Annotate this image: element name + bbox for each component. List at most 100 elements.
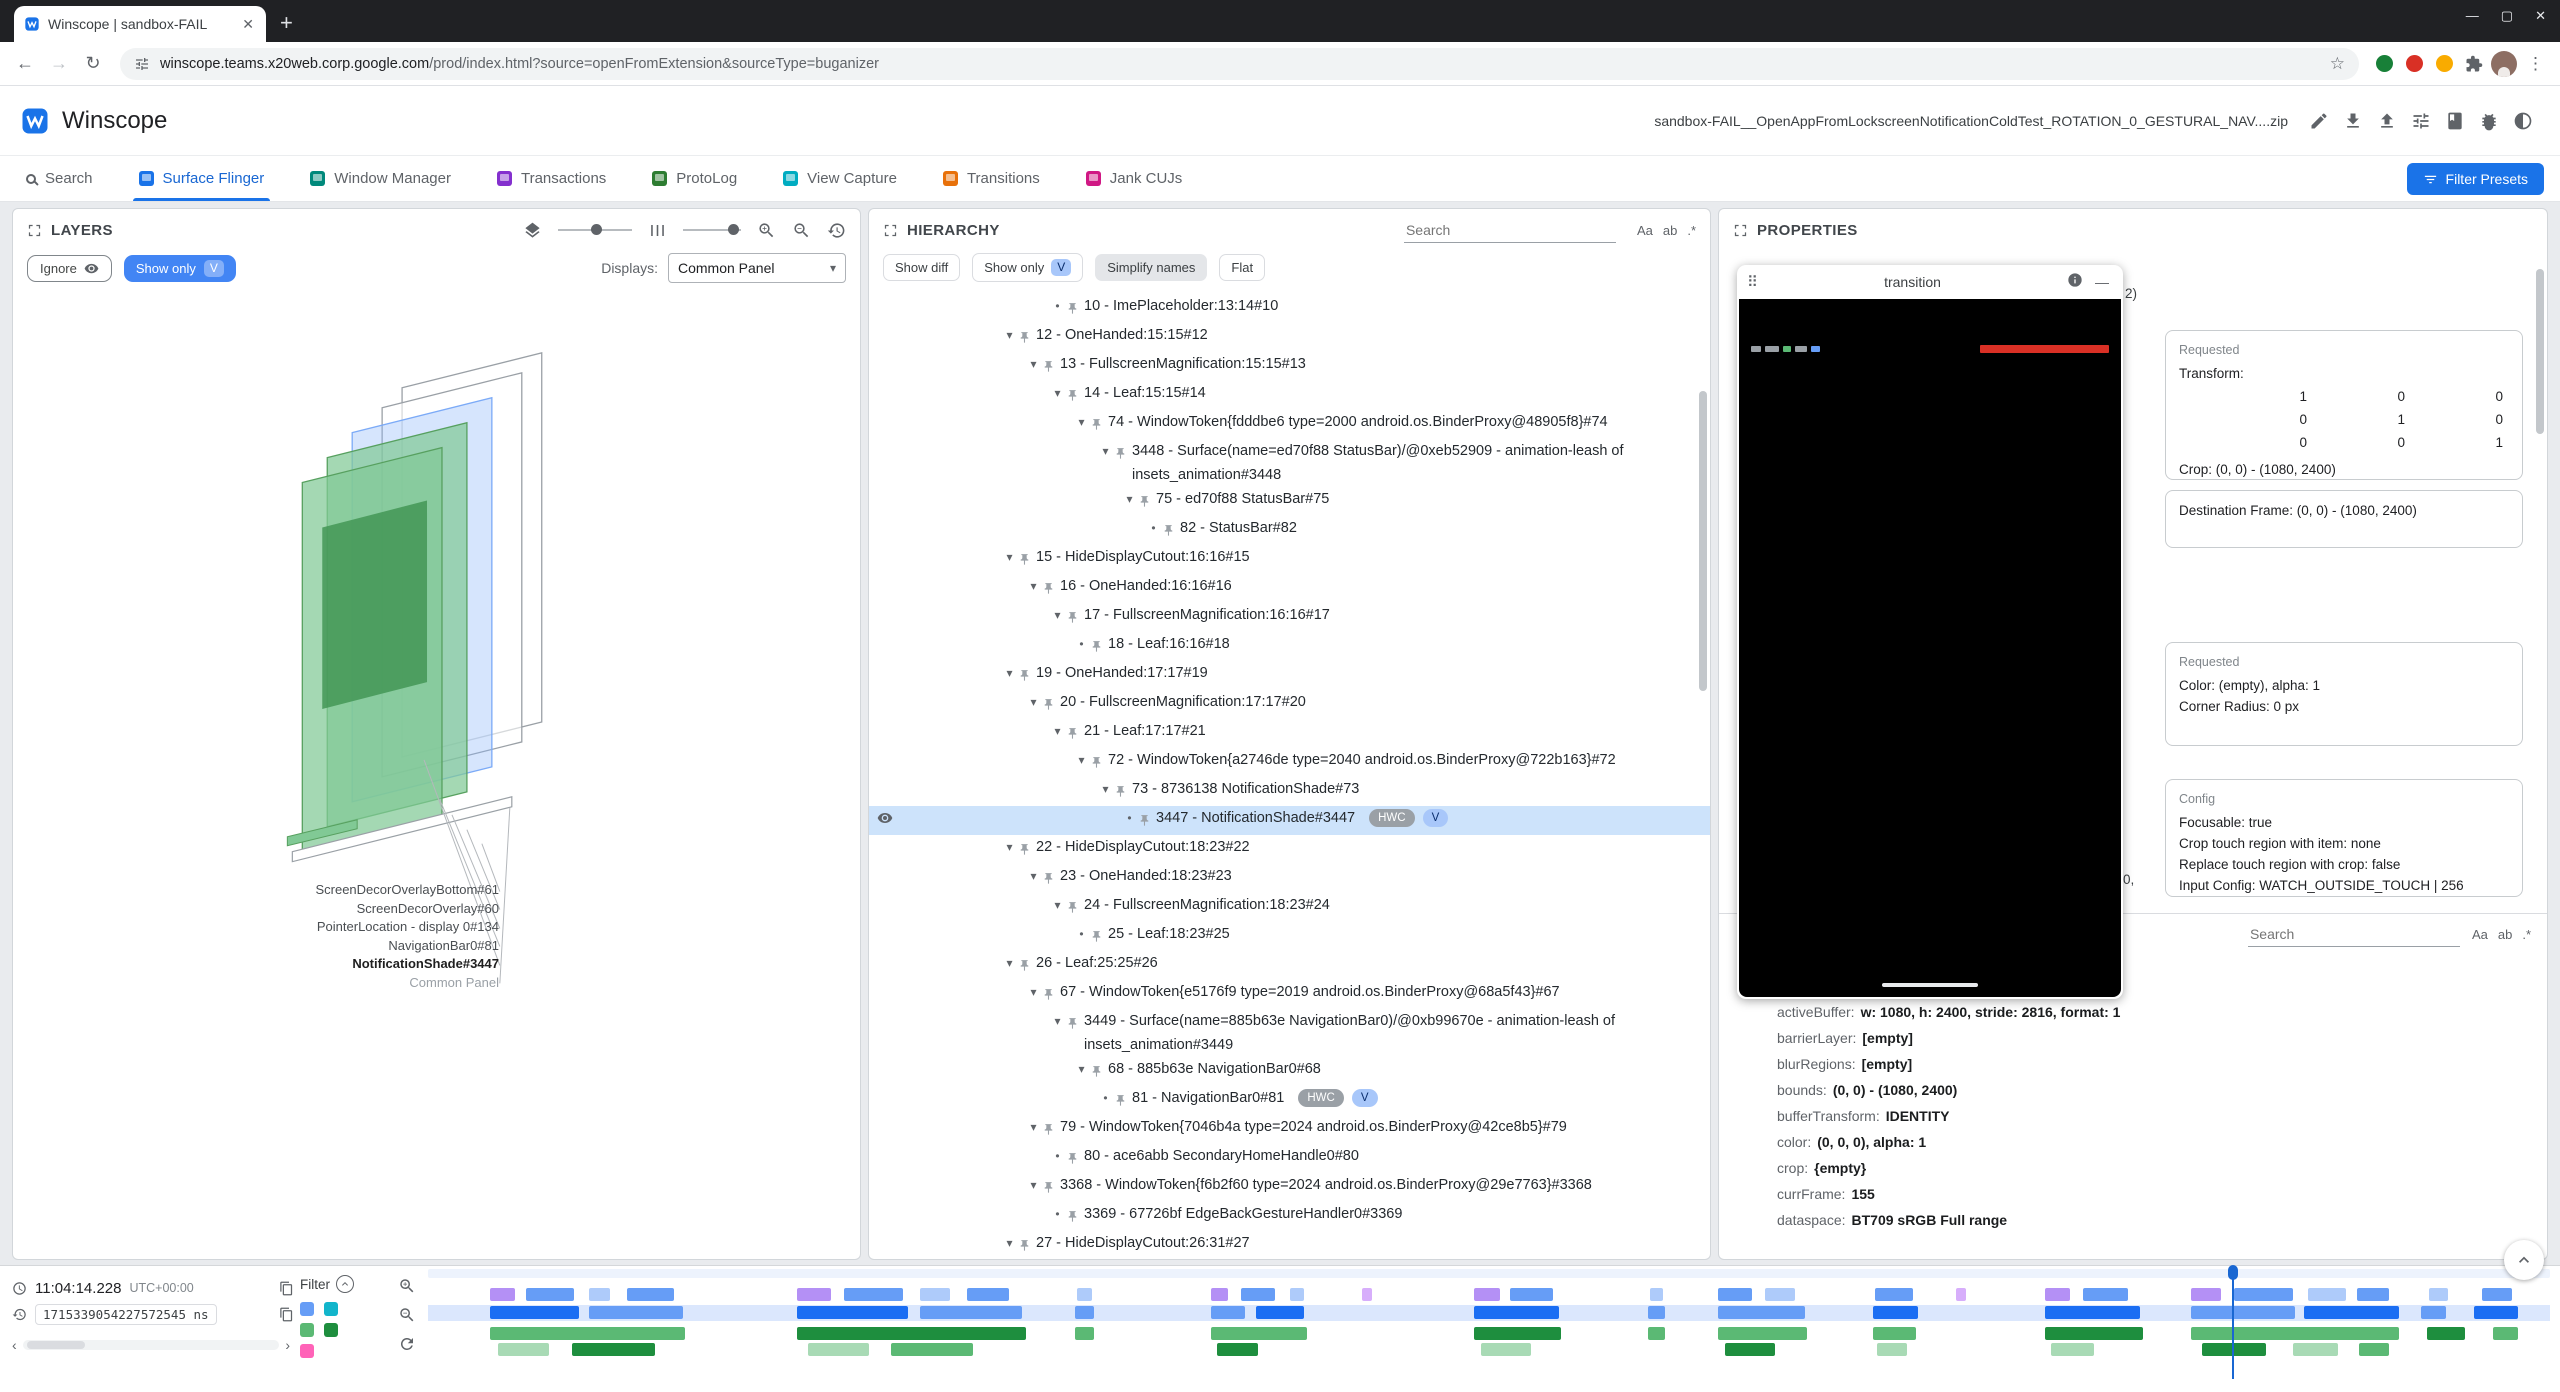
settings-icon[interactable]	[2404, 104, 2438, 138]
hierarchy-scrollbar[interactable]	[1699, 295, 1708, 1253]
match-case-icon[interactable]: Aa	[1637, 223, 1653, 238]
zoom-in-icon[interactable]	[757, 221, 776, 240]
tree-row[interactable]: • 3369 - 67726bf EdgeBackGestureHandler0…	[869, 1202, 1710, 1231]
layer-label[interactable]: PointerLocation - display 0#134	[13, 918, 499, 937]
displays-select[interactable]: Common Panel ▾	[668, 253, 846, 283]
tree-row[interactable]: ▾ 75 - ed70f88 StatusBar#75	[869, 487, 1710, 516]
transition-preview-card[interactable]: ⠿ transition —	[1737, 265, 2123, 999]
bookmark-star-icon[interactable]: ☆	[2330, 54, 2345, 74]
pin-icon[interactable]	[1138, 806, 1156, 835]
expand-arrow-icon[interactable]: ▾	[1025, 1173, 1042, 1197]
pin-icon[interactable]	[1042, 864, 1060, 893]
expand-arrow-icon[interactable]: ▾	[1001, 661, 1018, 685]
timeline-zoom-out-icon[interactable]	[398, 1306, 416, 1324]
tree-row[interactable]: ▾ 13 - FullscreenMagnification:15:15#13	[869, 352, 1710, 381]
layer-label[interactable]: ScreenDecorOverlay#60	[13, 900, 499, 919]
pin-icon[interactable]	[1090, 632, 1108, 661]
pin-icon[interactable]	[1066, 1009, 1084, 1038]
timeline-reset-icon[interactable]	[398, 1335, 416, 1353]
zoom-out-icon[interactable]	[792, 221, 811, 240]
sf-trace-icon[interactable]	[300, 1302, 314, 1316]
reset-view-icon[interactable]	[827, 221, 846, 240]
layer-label[interactable]: NotificationShade#3447	[13, 955, 499, 974]
property-row[interactable]: ▾ bufferTransform: IDENTITY	[1735, 1103, 2531, 1129]
ignore-button[interactable]: Ignore	[27, 255, 112, 282]
trace-tab[interactable]: Search	[26, 156, 93, 201]
tree-row[interactable]: ▾ 22 - HideDisplayCutout:18:23#22	[869, 835, 1710, 864]
expand-arrow-icon[interactable]: ▾	[1049, 603, 1066, 627]
pin-icon[interactable]	[1066, 1202, 1084, 1231]
expand-arrow-icon[interactable]: ▾	[1073, 1057, 1090, 1081]
layers-3d-view[interactable]: ScreenDecorOverlayBottom#61 ScreenDecorO…	[13, 293, 860, 1259]
filter-presets-button[interactable]: Filter Presets	[2407, 163, 2544, 195]
avatar[interactable]	[2491, 51, 2517, 77]
tree-row[interactable]: ▾ 17 - FullscreenMagnification:16:16#17	[869, 603, 1710, 632]
property-row[interactable]: ▾ barrierLayer: [empty]	[1735, 1025, 2531, 1051]
pin-icon[interactable]	[1162, 516, 1180, 545]
expand-arrow-icon[interactable]: ▾	[1097, 439, 1114, 463]
timeline-tracks[interactable]	[428, 1266, 2550, 1392]
timestamp-ns[interactable]: 1715339054227572545 ns	[35, 1304, 217, 1325]
site-settings-icon[interactable]	[134, 56, 150, 72]
pin-icon[interactable]	[1114, 1086, 1132, 1115]
tree-row[interactable]: ▾ 12 - OneHanded:15:15#12	[869, 323, 1710, 352]
expand-arrow-icon[interactable]: ▾	[1025, 980, 1042, 1004]
trace-tab[interactable]: Transactions	[497, 156, 606, 201]
pin-icon[interactable]	[1090, 922, 1108, 951]
property-row[interactable]: ▾ activeBuffer: w: 1080, h: 2400, stride…	[1735, 999, 2531, 1025]
wm-trace-icon[interactable]	[324, 1302, 338, 1316]
expand-arrow-icon[interactable]: •	[1121, 806, 1138, 830]
3d-view-icon[interactable]	[523, 221, 542, 240]
trace-tab[interactable]: ProtoLog	[652, 156, 737, 201]
tree-row[interactable]: ▾ 15 - HideDisplayCutout:16:16#15	[869, 545, 1710, 574]
layer-label[interactable]: ScreenDecorOverlayBottom#61	[13, 881, 499, 900]
tree-row[interactable]: ▾ 24 - FullscreenMagnification:18:23#24	[869, 893, 1710, 922]
pin-icon[interactable]	[1042, 574, 1060, 603]
expand-panel-icon[interactable]	[883, 223, 898, 238]
expand-arrow-icon[interactable]: ▾	[1001, 545, 1018, 569]
extension-icon-red[interactable]	[2401, 51, 2427, 77]
expand-arrow-icon[interactable]: ▾	[1121, 487, 1138, 511]
new-tab-button[interactable]: +	[280, 12, 293, 34]
show-only-v-chip[interactable]: Show only V	[124, 255, 236, 282]
pin-icon[interactable]	[1066, 381, 1084, 410]
pin-icon[interactable]	[1018, 1231, 1036, 1259]
pin-icon[interactable]	[1090, 1057, 1108, 1086]
expand-arrow-icon[interactable]: •	[1145, 516, 1162, 540]
expand-arrow-icon[interactable]: ▾	[1025, 690, 1042, 714]
expand-arrow-icon[interactable]: ▾	[1073, 410, 1090, 434]
expand-arrow-icon[interactable]: ▾	[1073, 748, 1090, 772]
regex-icon[interactable]: .*	[1687, 223, 1696, 238]
expand-arrow-icon[interactable]: ▾	[1049, 381, 1066, 405]
expand-arrow-icon[interactable]: •	[1049, 294, 1066, 318]
flat-button[interactable]: Flat	[1219, 254, 1265, 281]
bug-report-icon[interactable]	[2472, 104, 2506, 138]
tree-row[interactable]: • 80 - ace6abb SecondaryHomeHandle0#80	[869, 1144, 1710, 1173]
extension-icon-yellow[interactable]	[2431, 51, 2457, 77]
trace-tab[interactable]: Jank CUJs	[1086, 156, 1183, 201]
show-only-button[interactable]: Show only V	[972, 253, 1083, 282]
tree-row[interactable]: ▾ 73 - 8736138 NotificationShade#73	[869, 777, 1710, 806]
pin-icon[interactable]	[1042, 1173, 1060, 1202]
property-row[interactable]: ▾ bounds: (0, 0) - (1080, 2400)	[1735, 1077, 2531, 1103]
expand-arrow-icon[interactable]: ▾	[1049, 719, 1066, 743]
scroll-up-fab[interactable]	[2504, 1240, 2544, 1280]
pin-icon[interactable]	[1138, 487, 1156, 516]
back-icon[interactable]: ←	[10, 49, 40, 79]
copy-time-icon[interactable]	[279, 1281, 294, 1296]
pin-icon[interactable]	[1018, 323, 1036, 352]
tree-row[interactable]: ▾ 74 - WindowToken{fdddbe6 type=2000 and…	[869, 410, 1710, 439]
expand-panel-icon[interactable]	[1733, 223, 1748, 238]
download-icon[interactable]	[2336, 104, 2370, 138]
copy-ns-icon[interactable]	[279, 1307, 294, 1322]
browser-menu-icon[interactable]: ⋮	[2521, 54, 2550, 74]
tree-row[interactable]: • 81 - NavigationBar0#81 HWC V	[869, 1086, 1710, 1115]
rotation-slider[interactable]	[558, 229, 632, 231]
url-bar[interactable]: winscope.teams.x20web.corp.google.com/pr…	[120, 48, 2359, 80]
timeline-zoom-in-icon[interactable]	[398, 1277, 416, 1295]
properties-scrollbar[interactable]	[2536, 263, 2545, 883]
window-minimize-icon[interactable]: —	[2466, 8, 2479, 24]
tree-row[interactable]: ▾ 68 - 885b63e NavigationBar0#68	[869, 1057, 1710, 1086]
regex-icon[interactable]: .*	[2522, 927, 2531, 942]
pin-icon[interactable]	[1114, 777, 1132, 806]
